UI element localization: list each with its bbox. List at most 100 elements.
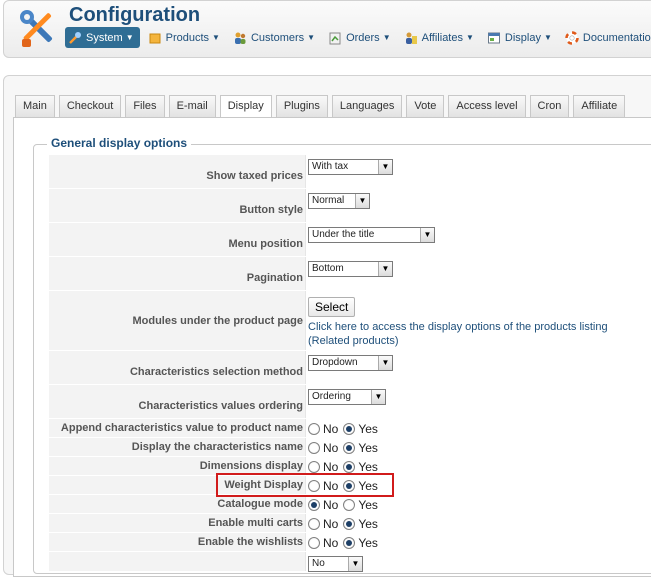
chevron-down-icon: ▼ [371, 389, 385, 404]
menu-orders[interactable]: Orders ▼ [323, 27, 396, 48]
row-display-char: Display the characteristics name No Yes [49, 438, 651, 457]
tab-main[interactable]: Main [15, 95, 55, 117]
catalogue-label: Catalogue mode [49, 495, 306, 513]
menu-documentation[interactable]: Documentation▼ [560, 27, 651, 48]
menu-position-select[interactable]: Under the title ▼ [308, 226, 435, 243]
multicarts-no-label: No [323, 516, 339, 531]
menu-display-label: Display [504, 31, 541, 44]
char-method-value: Dropdown [312, 357, 358, 368]
char-method-select[interactable]: Dropdown ▼ [308, 354, 393, 371]
tab-vote[interactable]: Vote [406, 95, 445, 117]
next-row-label [49, 552, 306, 571]
chevron-down-icon: ▼ [355, 193, 369, 208]
char-method-label: Characteristics selection method [49, 351, 306, 384]
radio-button[interactable] [308, 422, 320, 435]
row-append-char: Append characteristics value to product … [49, 419, 651, 438]
taxed-prices-select[interactable]: With tax ▼ [308, 158, 393, 175]
menu-documentation-label: Documentation [582, 31, 651, 44]
chevron-down-icon: ▼ [378, 159, 392, 174]
append-char-yes-radio[interactable]: Yes [343, 422, 378, 436]
tools-icon [69, 31, 81, 44]
taxed-prices-label: Show taxed prices [49, 155, 306, 188]
tab-plugins[interactable]: Plugins [275, 95, 328, 117]
menu-position-label: Menu position [49, 223, 306, 256]
char-order-select[interactable]: Ordering ▼ [308, 388, 386, 405]
weight-no-radio[interactable]: No [308, 479, 338, 493]
weight-yes-label: Yes [358, 478, 378, 493]
button-style-value: Normal [312, 195, 345, 206]
append-char-yes-label: Yes [358, 421, 378, 436]
menu-affiliates[interactable]: Affiliates ▼ [399, 27, 479, 48]
chevron-down-icon: ▼ [125, 33, 134, 42]
wishlists-no-label: No [323, 535, 339, 550]
tab-files[interactable]: Files [125, 95, 165, 117]
display-options-link-sub: (Related products) [308, 335, 399, 347]
radio-button[interactable] [308, 479, 320, 492]
pagination-select[interactable]: Bottom ▼ [308, 260, 393, 277]
display-options-link-text: Click here to access the display options… [308, 321, 608, 333]
display-char-no-radio[interactable]: No [308, 441, 338, 455]
catalogue-no-label: No [323, 497, 339, 512]
tab-languages[interactable]: Languages [331, 95, 403, 117]
radio-button[interactable] [343, 536, 356, 549]
dimensions-yes-label: Yes [358, 459, 378, 474]
menu-system[interactable]: System ▼ [65, 27, 140, 48]
products-icon [149, 33, 161, 43]
dimensions-no-radio[interactable]: No [308, 460, 338, 474]
taxed-prices-value: With tax [312, 161, 349, 172]
radio-button[interactable] [343, 422, 356, 435]
row-taxed-prices: Show taxed prices With tax ▼ [49, 155, 651, 189]
weight-yes-radio[interactable]: Yes [343, 479, 378, 493]
menu-display[interactable]: Display ▼ [482, 27, 557, 48]
multicarts-yes-radio[interactable]: Yes [343, 517, 378, 531]
wishlists-yes-radio[interactable]: Yes [343, 536, 378, 550]
tab-checkout[interactable]: Checkout [58, 95, 122, 117]
radio-button[interactable] [343, 441, 356, 454]
catalogue-no-radio[interactable]: No [308, 498, 338, 512]
radio-button[interactable] [308, 441, 320, 454]
tab-cron[interactable]: Cron [529, 95, 570, 117]
dimensions-yes-radio[interactable]: Yes [343, 460, 378, 474]
main-menu: System ▼ Products ▼ Customers ▼ Orders ▼ Aff… [65, 27, 651, 48]
pagination-label: Pagination [49, 257, 306, 290]
radio-button[interactable] [343, 479, 356, 492]
tab-access-level[interactable]: Access level [448, 95, 526, 117]
radio-button[interactable] [343, 498, 356, 511]
chevron-down-icon: ▼ [378, 261, 392, 276]
tab-email[interactable]: E-mail [168, 95, 216, 117]
button-style-select[interactable]: Normal ▼ [308, 192, 370, 209]
catalogue-yes-radio[interactable]: Yes [343, 498, 378, 512]
chevron-down-icon: ▼ [543, 33, 552, 42]
wishlists-no-radio[interactable]: No [308, 536, 338, 550]
menu-products[interactable]: Products ▼ [143, 27, 225, 48]
tab-affiliate[interactable]: Affiliate [573, 95, 626, 117]
menu-orders-label: Orders [346, 31, 380, 44]
radio-button[interactable] [308, 536, 320, 549]
radio-button[interactable] [308, 498, 320, 511]
append-char-no-label: No [323, 421, 339, 436]
multicarts-label: Enable multi carts [49, 514, 306, 532]
orders-icon [329, 32, 341, 44]
tab-display[interactable]: Display [219, 95, 272, 118]
select-modules-button[interactable]: Select [308, 297, 356, 317]
radio-button[interactable] [343, 517, 356, 530]
menu-customers[interactable]: Customers ▼ [228, 27, 320, 48]
append-char-no-radio[interactable]: No [308, 422, 338, 436]
row-wishlists: Enable the wishlists No Yes [49, 533, 651, 552]
row-multicarts: Enable multi carts No Yes [49, 514, 651, 533]
modules-label: Modules under the product page [49, 291, 306, 350]
radio-button[interactable] [308, 460, 320, 473]
weight-display-label: Weight Display [49, 476, 306, 494]
display-char-yes-radio[interactable]: Yes [343, 441, 378, 455]
row-dimensions: Dimensions display No Yes [49, 457, 651, 476]
multicarts-no-radio[interactable]: No [308, 517, 338, 531]
page-title: Configuration [69, 4, 201, 26]
radio-button[interactable] [343, 460, 356, 473]
menu-affiliates-label: Affiliates [421, 31, 463, 44]
radio-button[interactable] [308, 517, 320, 530]
multicarts-yes-label: Yes [358, 516, 378, 531]
chevron-down-icon: ▼ [307, 33, 316, 42]
catalogue-yes-label: Yes [358, 497, 378, 512]
chevron-down-icon: ▼ [382, 33, 391, 42]
display-options-link[interactable]: Click here to access the display options… [308, 320, 651, 348]
